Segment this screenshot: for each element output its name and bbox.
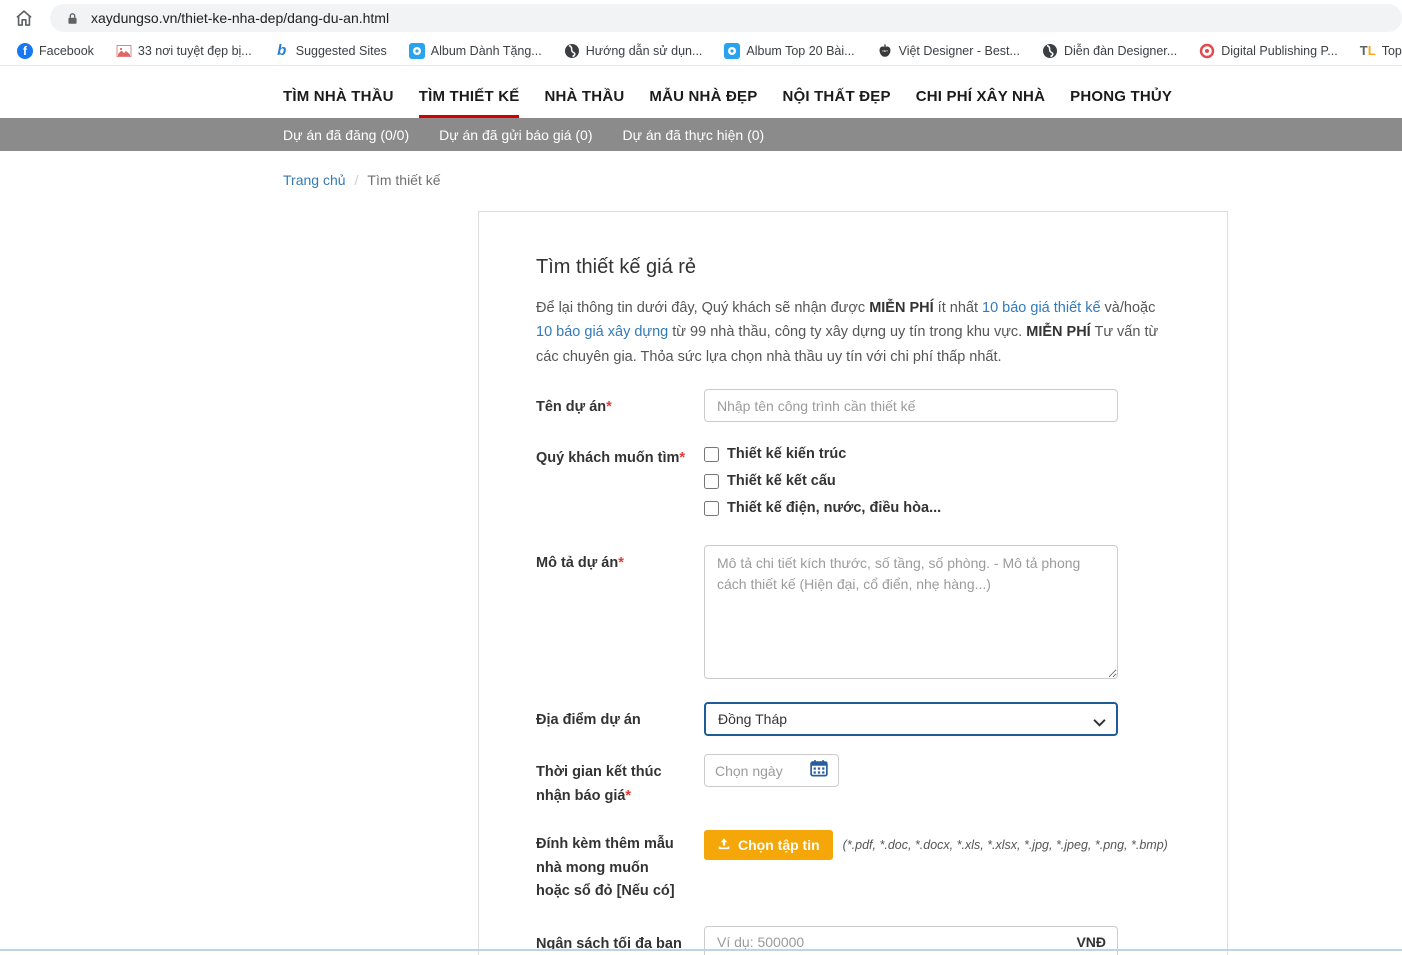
- upload-icon: [717, 837, 731, 854]
- nav-tim-thiet-ke[interactable]: TÌM THIẾT KẾ: [419, 88, 520, 118]
- deadline-label: Thời gian kết thúc nhận báo giá*: [536, 754, 686, 808]
- breadcrumb-separator: /: [355, 172, 359, 188]
- project-name-label: Tên dự án*: [536, 389, 686, 422]
- link-bao-gia-thiet-ke[interactable]: 10 báo giá thiết kế: [982, 300, 1101, 316]
- checkbox-input[interactable]: [704, 501, 719, 516]
- bookmark-33-noi[interactable]: 33 nơi tuyệt đẹp bị...: [116, 43, 252, 59]
- album-icon: [409, 43, 425, 59]
- mien-phi-bold: MIỄN PHÍ: [869, 300, 933, 316]
- main-navigation: TÌM NHÀ THẦU TÌM THIẾT KẾ NHÀ THẦU MẪU N…: [283, 66, 1402, 118]
- breadcrumb-current: Tìm thiết kế: [367, 172, 440, 188]
- nav-phong-thuy[interactable]: PHONG THỦY: [1070, 88, 1172, 118]
- subnav-du-an-da-dang[interactable]: Dự án đã đăng (0/0): [283, 127, 409, 143]
- subnav-du-an-da-thuc-hien[interactable]: Dự án đã thực hiện (0): [623, 127, 765, 143]
- address-bar[interactable]: xaydungso.vn/thiet-ke-nha-dep/dang-du-an…: [50, 4, 1402, 32]
- project-form-card: Tìm thiết kế giá rẻ Để lại thông tin dướ…: [478, 211, 1228, 955]
- row-attachment: Đính kèm thêm mẫu nhà mong muốn hoặc sổ …: [536, 826, 1170, 903]
- bookmark-digital-publishing[interactable]: Digital Publishing P...: [1199, 43, 1338, 59]
- globe-icon: [1042, 43, 1058, 59]
- intro-text: Để lại thông tin dưới đây, Quý khách sẽ …: [536, 296, 1170, 369]
- browser-toolbar: xaydungso.vn/thiet-ke-nha-dep/dang-du-an…: [0, 0, 1402, 36]
- album-icon: [724, 43, 740, 59]
- sub-navigation: Dự án đã đăng (0/0) Dự án đã gửi báo giá…: [0, 118, 1402, 151]
- bookmark-facebook[interactable]: f Facebook: [17, 43, 94, 59]
- bookmark-suggested-sites[interactable]: b Suggested Sites: [274, 43, 387, 59]
- subnav-du-an-da-gui-bao-gia[interactable]: Dự án đã gửi báo giá (0): [439, 127, 592, 143]
- bookmark-viet-designer[interactable]: VIET Việt Designer - Best...: [877, 43, 1020, 59]
- mien-phi-bold: MIỄN PHÍ: [1026, 324, 1090, 340]
- target-icon: [1199, 43, 1215, 59]
- link-bao-gia-xay-dung[interactable]: 10 báo giá xây dựng: [536, 324, 668, 340]
- row-services: Quý khách muốn tìm* Thiết kế kiến trúc T…: [536, 440, 1170, 527]
- date-placeholder: Chọn ngày: [715, 763, 783, 779]
- location-label: Địa điểm dự án: [536, 702, 686, 736]
- checkbox-thiet-ke-ket-cau[interactable]: Thiết kế kết cấu: [704, 473, 1170, 489]
- breadcrumb-home-link[interactable]: Trang chủ: [283, 172, 346, 188]
- nav-nha-thau[interactable]: NHÀ THẦU: [544, 88, 624, 118]
- nav-tim-nha-thau[interactable]: TÌM NHÀ THẦU: [283, 88, 394, 118]
- location-select[interactable]: Đồng Tháp: [704, 702, 1118, 736]
- row-location: Địa điểm dự án Đồng Tháp: [536, 702, 1170, 736]
- bookmark-album-danh-tang[interactable]: Album Dành Tặng...: [409, 43, 542, 59]
- page-title: Tìm thiết kế giá rẻ: [536, 256, 1170, 279]
- description-textarea[interactable]: [704, 545, 1118, 679]
- lock-icon[interactable]: [64, 10, 80, 26]
- row-project-name: Tên dự án*: [536, 389, 1170, 422]
- checkbox-input[interactable]: [704, 447, 719, 462]
- checkbox-thiet-ke-kien-truc[interactable]: Thiết kế kiến trúc: [704, 446, 1170, 462]
- bookmarks-bar: f Facebook 33 nơi tuyệt đẹp bị... b Sugg…: [0, 36, 1402, 66]
- bottom-divider: [0, 949, 1402, 951]
- file-types-hint: (*.pdf, *.doc, *.docx, *.xls, *.xlsx, *.…: [843, 838, 1168, 852]
- bookmark-dien-dan-designer[interactable]: Diễn đàn Designer...: [1042, 43, 1177, 59]
- breadcrumb: Trang chủ / Tìm thiết kế: [283, 172, 1402, 188]
- broken-image-icon: [116, 43, 132, 59]
- attachment-label: Đính kèm thêm mẫu nhà mong muốn hoặc sổ …: [536, 826, 686, 903]
- svg-text:VIET: VIET: [882, 49, 888, 53]
- home-icon[interactable]: [12, 6, 36, 30]
- currency-suffix: VNĐ: [1076, 934, 1106, 950]
- apple-icon: VIET: [877, 43, 893, 59]
- bookmark-top5-cua-hang[interactable]: TL Top 5 cửa hàn: [1360, 43, 1402, 59]
- checkbox-input[interactable]: [704, 474, 719, 489]
- nav-chi-phi-xay-nha[interactable]: CHI PHÍ XÂY NHÀ: [916, 88, 1045, 118]
- row-description: Mô tả dự án*: [536, 545, 1170, 684]
- row-deadline: Thời gian kết thúc nhận báo giá* Chọn ng…: [536, 754, 1170, 808]
- choose-file-button[interactable]: Chọn tập tin: [704, 830, 833, 860]
- date-picker-input[interactable]: Chọn ngày: [704, 754, 839, 787]
- facebook-icon: f: [17, 43, 33, 59]
- description-label: Mô tả dự án*: [536, 545, 686, 684]
- services-label: Quý khách muốn tìm*: [536, 440, 686, 527]
- globe-icon: [564, 43, 580, 59]
- bookmark-album-top20[interactable]: Album Top 20 Bài...: [724, 43, 854, 59]
- nav-mau-nha-dep[interactable]: MẪU NHÀ ĐẸP: [649, 88, 757, 118]
- bookmark-huong-dan[interactable]: Hướng dẫn sử dụn...: [564, 43, 703, 59]
- nav-noi-that-dep[interactable]: NỘI THẤT ĐẸP: [782, 88, 890, 118]
- project-name-input[interactable]: [704, 389, 1118, 422]
- calendar-icon[interactable]: [810, 759, 828, 782]
- checkbox-thiet-ke-dien-nuoc[interactable]: Thiết kế điện, nước, điều hòa...: [704, 500, 1170, 516]
- url-text: xaydungso.vn/thiet-ke-nha-dep/dang-du-an…: [91, 10, 389, 26]
- bing-icon: b: [274, 43, 290, 59]
- tl-icon: TL: [1360, 43, 1376, 59]
